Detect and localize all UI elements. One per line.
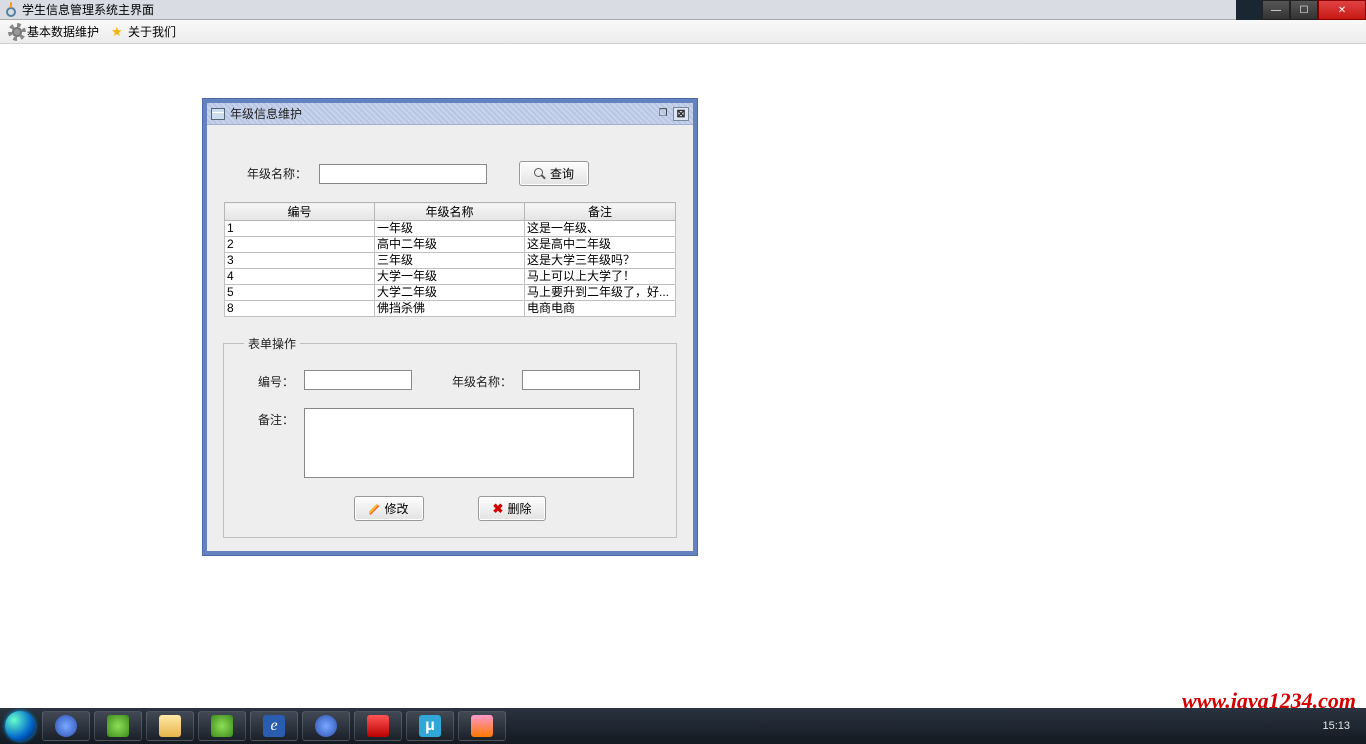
search-icon <box>534 168 546 180</box>
menu-data-maintain-label: 基本数据维护 <box>27 23 99 40</box>
frame-icon <box>211 108 225 120</box>
table-cell[interactable]: 5 <box>225 285 375 301</box>
query-button-label: 查询 <box>550 165 574 182</box>
taskbar-item[interactable] <box>458 711 506 741</box>
taskbar-item[interactable] <box>42 711 90 741</box>
menu-about[interactable]: ★ 关于我们 <box>105 20 182 43</box>
window-maximize-button[interactable]: ☐ <box>1290 0 1318 20</box>
table-cell[interactable]: 4 <box>225 269 375 285</box>
name-label: 年级名称： <box>452 370 512 390</box>
java-icon <box>4 3 18 17</box>
star-icon: ★ <box>111 25 125 39</box>
modify-button-label: 修改 <box>385 500 409 517</box>
table-cell[interactable]: 电商电商 <box>525 301 676 317</box>
table-row[interactable]: 5大学二年级马上要升到二年级了，好... <box>225 285 676 301</box>
system-tray[interactable]: 15:13 <box>1314 716 1366 736</box>
table-cell[interactable]: 马上可以上大学了！ <box>525 269 676 285</box>
mdi-desktop: 年级信息维护 ❐ ⊠ 年级名称： 查询 编号 年级名称 <box>0 44 1366 708</box>
taskbar[interactable]: e μ 15:13 <box>0 708 1366 744</box>
internal-frame-grade-maintain: 年级信息维护 ❐ ⊠ 年级名称： 查询 编号 年级名称 <box>203 99 697 555</box>
gear-icon <box>10 25 24 39</box>
col-id[interactable]: 编号 <box>225 203 375 221</box>
modify-button[interactable]: 修改 <box>354 496 424 521</box>
table-cell[interactable]: 三年级 <box>375 253 525 269</box>
delete-button[interactable]: ✖ 删除 <box>478 496 547 521</box>
table-cell[interactable]: 这是高中二年级 <box>525 237 676 253</box>
remark-label: 备注： <box>244 408 294 428</box>
taskbar-item[interactable]: μ <box>406 711 454 741</box>
app-titlebar: 学生信息管理系统主界面 <box>0 0 1236 20</box>
search-label: 年级名称： <box>247 165 307 182</box>
col-remark[interactable]: 备注 <box>525 203 676 221</box>
start-button[interactable] <box>0 708 40 744</box>
form-fieldset: 表单操作 编号： 年级名称： 备注： 修改 <box>223 335 677 538</box>
table-row[interactable]: 1一年级这是一年级、 <box>225 221 676 237</box>
col-name[interactable]: 年级名称 <box>375 203 525 221</box>
id-label: 编号： <box>244 370 294 390</box>
table-cell[interactable]: 一年级 <box>375 221 525 237</box>
taskbar-item[interactable] <box>94 711 142 741</box>
table-cell[interactable]: 2 <box>225 237 375 253</box>
table-cell[interactable]: 高中二年级 <box>375 237 525 253</box>
menu-bar: 基本数据维护 ★ 关于我们 <box>0 20 1366 44</box>
table-row[interactable]: 4大学一年级马上可以上大学了！ <box>225 269 676 285</box>
table-row[interactable]: 3三年级这是大学三年级吗？ <box>225 253 676 269</box>
query-button[interactable]: 查询 <box>519 161 589 186</box>
internal-maximize-icon[interactable]: ❐ <box>655 107 671 121</box>
taskbar-item[interactable] <box>302 711 350 741</box>
form-legend: 表单操作 <box>244 335 300 352</box>
taskbar-item[interactable] <box>146 711 194 741</box>
taskbar-item[interactable] <box>354 711 402 741</box>
id-input[interactable] <box>304 370 412 390</box>
menu-data-maintain[interactable]: 基本数据维护 <box>4 20 105 43</box>
table-cell[interactable]: 8 <box>225 301 375 317</box>
taskbar-clock[interactable]: 15:13 <box>1314 716 1358 736</box>
remark-textarea[interactable] <box>304 408 634 478</box>
table-row[interactable]: 8佛挡杀佛电商电商 <box>225 301 676 317</box>
table-cell[interactable]: 这是一年级、 <box>525 221 676 237</box>
taskbar-item[interactable]: e <box>250 711 298 741</box>
name-input[interactable] <box>522 370 640 390</box>
pencil-icon <box>369 503 381 515</box>
table-cell[interactable]: 3 <box>225 253 375 269</box>
window-minimize-button[interactable]: — <box>1262 0 1290 20</box>
table-row[interactable]: 2高中二年级这是高中二年级 <box>225 237 676 253</box>
internal-close-icon[interactable]: ⊠ <box>673 107 689 121</box>
internal-frame-titlebar[interactable]: 年级信息维护 ❐ ⊠ <box>207 103 693 125</box>
app-title: 学生信息管理系统主界面 <box>22 1 154 18</box>
table-cell[interactable]: 1 <box>225 221 375 237</box>
internal-frame-title: 年级信息维护 <box>230 105 302 122</box>
grade-table[interactable]: 编号 年级名称 备注 1一年级这是一年级、2高中二年级这是高中二年级3三年级这是… <box>224 202 676 317</box>
delete-button-label: 删除 <box>507 500 531 517</box>
table-cell[interactable]: 马上要升到二年级了，好... <box>525 285 676 301</box>
table-cell[interactable]: 大学二年级 <box>375 285 525 301</box>
table-cell[interactable]: 大学一年级 <box>375 269 525 285</box>
x-icon: ✖ <box>493 501 504 517</box>
taskbar-item[interactable] <box>198 711 246 741</box>
table-cell[interactable]: 这是大学三年级吗？ <box>525 253 676 269</box>
table-cell[interactable]: 佛挡杀佛 <box>375 301 525 317</box>
window-close-button[interactable]: ✕ <box>1318 0 1366 20</box>
menu-about-label: 关于我们 <box>128 23 176 40</box>
search-input[interactable] <box>319 164 487 184</box>
